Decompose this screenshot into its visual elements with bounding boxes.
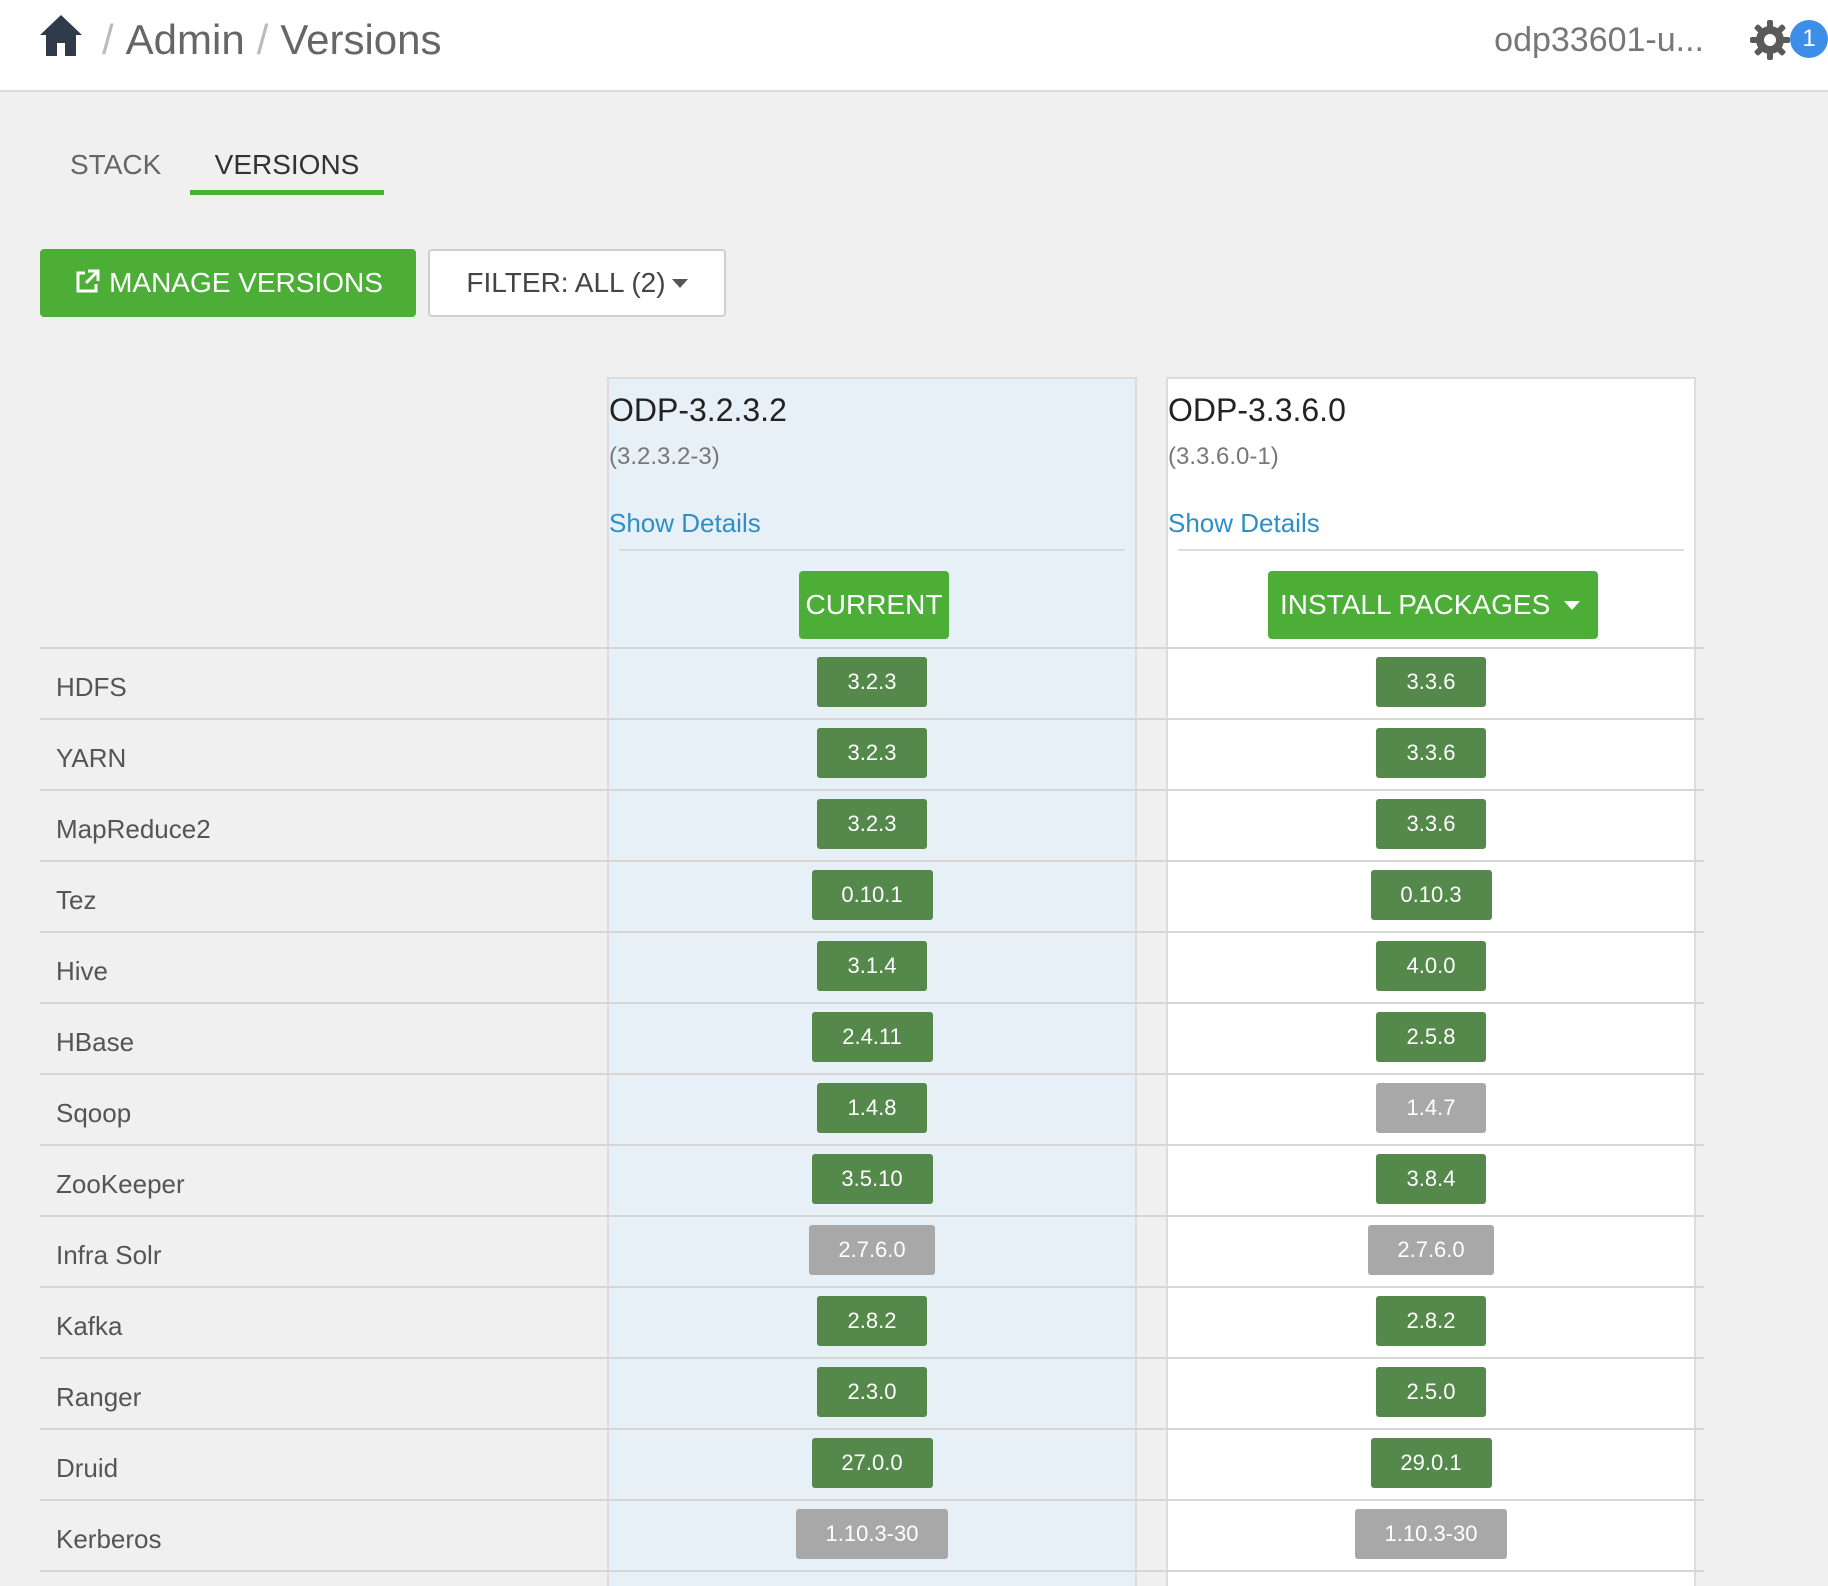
version-badge-current: 1.10.3-30 bbox=[796, 1509, 948, 1559]
version-badge-current: 3.2.3 bbox=[817, 728, 927, 778]
row-divider bbox=[40, 718, 1704, 720]
service-name: Infra Solr bbox=[56, 1240, 162, 1270]
row-divider bbox=[40, 1073, 1704, 1075]
version-badge-target: 3.3.6 bbox=[1376, 799, 1486, 849]
service-name: Ranger bbox=[56, 1382, 142, 1412]
install-packages-button[interactable]: INSTALL PACKAGES bbox=[1268, 571, 1598, 639]
version-badge-target: 3.3.6 bbox=[1376, 657, 1486, 707]
version-name: ODP-3.3.6.0 bbox=[1168, 392, 1346, 428]
service-name: Druid bbox=[56, 1453, 119, 1483]
breadcrumb-admin[interactable]: Admin bbox=[126, 16, 245, 63]
row-divider bbox=[40, 1215, 1704, 1217]
manage-versions-button[interactable]: MANAGE VERSIONS bbox=[40, 249, 416, 317]
caret-down-icon bbox=[671, 279, 688, 288]
breadcrumb-separator: / bbox=[256, 16, 269, 63]
version-badge-current: 2.8.2 bbox=[817, 1296, 927, 1346]
version-badge-current: 0.10.1 bbox=[811, 870, 933, 920]
row-divider bbox=[40, 1499, 1704, 1501]
service-name: Hive bbox=[56, 956, 109, 986]
filter-dropdown[interactable]: FILTER: ALL (2) bbox=[428, 249, 726, 317]
row-divider bbox=[40, 1357, 1704, 1359]
version-badge-current: 3.2.3 bbox=[817, 657, 927, 707]
breadcrumb-separator: / bbox=[102, 16, 114, 63]
row-divider bbox=[40, 1286, 1704, 1288]
row-divider bbox=[40, 1002, 1704, 1004]
row-divider bbox=[40, 931, 1704, 933]
user-menu[interactable]: odp33601-u... bbox=[1494, 18, 1704, 62]
version-badge-target: 3.8.4 bbox=[1376, 1154, 1486, 1204]
version-badge-target: 1.4.7 bbox=[1376, 1083, 1486, 1133]
service-name: Sqoop bbox=[56, 1098, 132, 1128]
filter-label: FILTER: ALL (2) bbox=[466, 267, 666, 298]
row-divider bbox=[40, 1144, 1704, 1146]
divider bbox=[619, 549, 1125, 551]
version-build: (3.3.6.0-1) bbox=[1168, 443, 1279, 470]
version-badge-target: 1.10.3-30 bbox=[1355, 1509, 1507, 1559]
version-badge-target: 3.3.6 bbox=[1376, 728, 1486, 778]
row-divider bbox=[40, 860, 1704, 862]
row-divider bbox=[40, 647, 1704, 649]
home-icon[interactable] bbox=[38, 12, 84, 58]
service-name: HBase bbox=[56, 1027, 135, 1057]
notification-badge[interactable]: 1 bbox=[1790, 20, 1828, 58]
version-badge-target: 2.5.0 bbox=[1376, 1367, 1486, 1417]
caret-down-icon[interactable] bbox=[1564, 601, 1580, 610]
tab-versions[interactable]: VERSIONS bbox=[190, 140, 384, 195]
service-name: Kerberos bbox=[56, 1524, 162, 1554]
version-badge-target: 2.7.6.0 bbox=[1368, 1225, 1494, 1275]
manage-versions-label: MANAGE VERSIONS bbox=[109, 267, 383, 298]
show-details-link[interactable]: Show Details bbox=[609, 505, 1135, 541]
version-badge-current: 3.5.10 bbox=[811, 1154, 933, 1204]
external-link-icon bbox=[76, 269, 100, 293]
service-name: ZooKeeper bbox=[56, 1169, 185, 1199]
version-badge-target: 2.5.8 bbox=[1376, 1012, 1486, 1062]
service-name: MapReduce2 bbox=[56, 814, 211, 844]
version-badge-target: 0.10.3 bbox=[1370, 870, 1492, 920]
current-button[interactable]: CURRENT bbox=[799, 571, 949, 639]
version-badge-target: 2.8.2 bbox=[1376, 1296, 1486, 1346]
service-name: HDFS bbox=[56, 672, 127, 702]
version-badge-current: 1.4.8 bbox=[817, 1083, 927, 1133]
version-badge-current: 3.1.4 bbox=[817, 941, 927, 991]
tab-stack[interactable]: STACK bbox=[70, 140, 161, 190]
show-details-link[interactable]: Show Details bbox=[1168, 505, 1694, 541]
version-badge-target: 29.0.1 bbox=[1370, 1438, 1492, 1488]
breadcrumb-versions: Versions bbox=[280, 16, 442, 63]
service-name: Tez bbox=[56, 885, 97, 915]
version-build: (3.2.3.2-3) bbox=[609, 443, 720, 470]
service-name: Kafka bbox=[56, 1311, 123, 1341]
version-badge-current: 27.0.0 bbox=[811, 1438, 933, 1488]
breadcrumb: / Admin / Versions bbox=[90, 14, 442, 66]
version-badge-current: 2.7.6.0 bbox=[809, 1225, 935, 1275]
version-badge-target: 4.0.0 bbox=[1376, 941, 1486, 991]
divider bbox=[1178, 549, 1684, 551]
install-packages-label: INSTALL PACKAGES bbox=[1280, 589, 1551, 620]
row-divider bbox=[40, 1570, 1704, 1572]
version-badge-current: 3.2.3 bbox=[817, 799, 927, 849]
version-badge-current: 2.3.0 bbox=[817, 1367, 927, 1417]
version-name: ODP-3.2.3.2 bbox=[609, 392, 787, 428]
row-divider bbox=[40, 789, 1704, 791]
gear-icon[interactable] bbox=[1748, 18, 1792, 62]
row-divider bbox=[40, 1428, 1704, 1430]
top-bar: / Admin / Versions odp33601-u... 1 bbox=[0, 0, 1828, 92]
version-badge-current: 2.4.11 bbox=[811, 1012, 933, 1062]
service-name: YARN bbox=[56, 743, 127, 773]
